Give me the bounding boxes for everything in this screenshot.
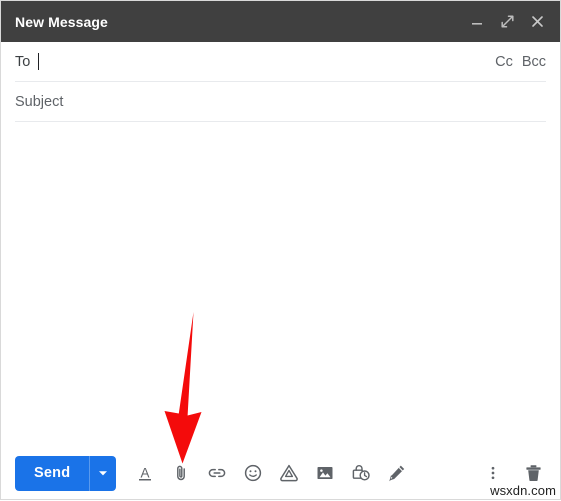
- minimize-button[interactable]: [464, 9, 490, 35]
- trash-icon: [525, 464, 541, 481]
- to-field-row[interactable]: To Cc Bcc: [15, 42, 546, 82]
- cc-button[interactable]: Cc: [495, 54, 513, 70]
- to-label: To: [15, 53, 31, 70]
- pen-icon: [389, 465, 405, 482]
- subject-field-row[interactable]: Subject: [15, 82, 546, 122]
- attach-files-button[interactable]: [166, 458, 196, 488]
- compose-titlebar: New Message: [1, 1, 560, 42]
- svg-text:A: A: [141, 466, 150, 481]
- compose-title: New Message: [15, 13, 108, 30]
- compose-toolbar: Send A: [1, 447, 560, 499]
- send-button-group[interactable]: Send: [15, 455, 117, 491]
- close-button[interactable]: [524, 9, 550, 35]
- paperclip-icon: [177, 465, 186, 481]
- insert-emoji-button[interactable]: [238, 458, 268, 488]
- google-drive-icon: [280, 464, 299, 482]
- window-controls: [464, 9, 550, 35]
- send-options-button[interactable]: [90, 456, 116, 491]
- link-icon: [208, 468, 226, 478]
- to-text-cursor: [38, 53, 40, 70]
- toolbar-icon-group: A: [130, 458, 418, 488]
- expand-button[interactable]: [494, 9, 520, 35]
- emoji-icon: [245, 464, 262, 482]
- confidential-mode-button[interactable]: [346, 458, 376, 488]
- insert-drive-button[interactable]: [274, 458, 304, 488]
- subject-input[interactable]: Subject: [15, 94, 63, 110]
- format-text-icon: A: [139, 466, 152, 481]
- minimize-icon: [472, 22, 482, 25]
- insert-photo-button[interactable]: [310, 458, 340, 488]
- chevron-down-icon: [99, 471, 108, 476]
- send-button[interactable]: Send: [15, 456, 89, 491]
- bcc-button[interactable]: Bcc: [522, 54, 546, 70]
- insert-link-button[interactable]: [202, 458, 232, 488]
- compose-window: New Message To Cc Bcc Subject Send A wsx…: [0, 0, 561, 500]
- lock-clock-icon: [352, 465, 370, 481]
- close-icon: [531, 16, 543, 27]
- formatting-options-button[interactable]: A: [130, 458, 160, 488]
- insert-signature-button[interactable]: [382, 458, 412, 488]
- message-body-input[interactable]: [1, 122, 560, 447]
- more-vertical-icon: [491, 466, 495, 480]
- expand-icon: [500, 15, 514, 28]
- cc-bcc-group: Cc Bcc: [495, 54, 546, 70]
- photo-icon: [317, 467, 333, 479]
- watermark: wsxdn.com: [490, 483, 556, 498]
